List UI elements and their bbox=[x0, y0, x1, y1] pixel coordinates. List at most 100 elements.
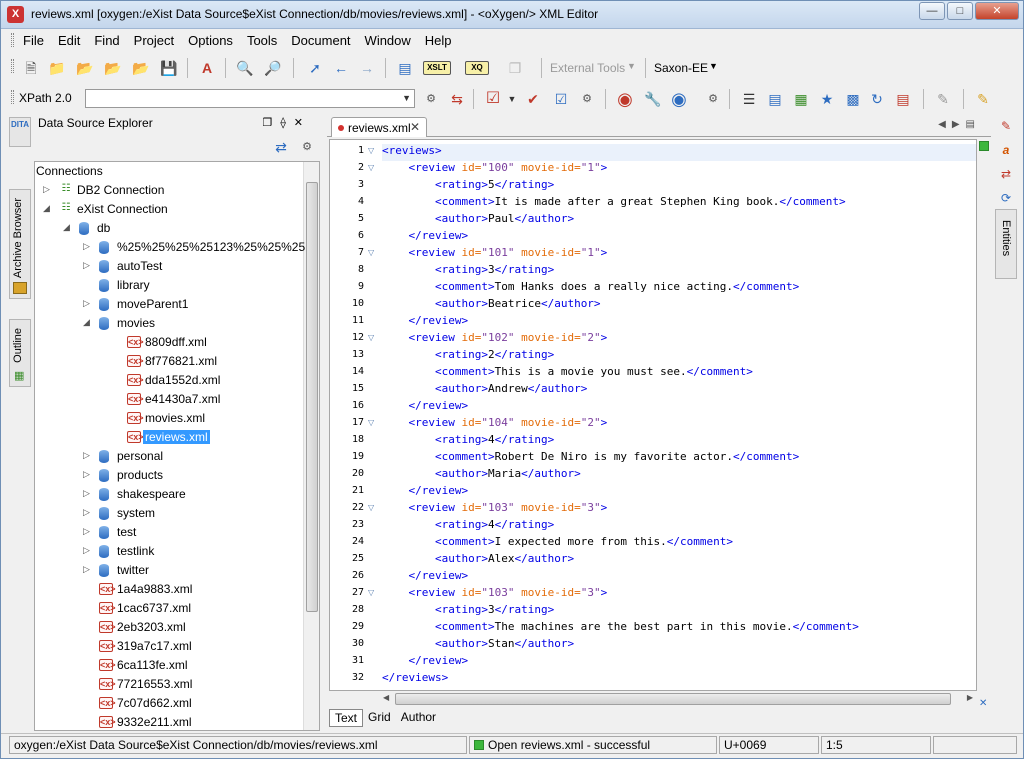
attributes-icon[interactable]: ✎ bbox=[997, 117, 1015, 135]
tree-node[interactable]: <x> 7c07d662.xml bbox=[35, 694, 305, 713]
code-line[interactable]: </review> bbox=[382, 569, 469, 586]
xslt-debugger-icon[interactable]: XSLT bbox=[423, 61, 451, 75]
tree-node[interactable]: <x> 319a7c17.xml bbox=[35, 637, 305, 656]
tab-outline[interactable]: Outline ▦ bbox=[9, 319, 31, 387]
tab-entities[interactable]: Entities bbox=[995, 209, 1017, 279]
tree-node[interactable]: ▷ testlink bbox=[35, 542, 305, 561]
prev-tab-icon[interactable]: ◀ bbox=[938, 119, 952, 130]
fold-toggle-icon[interactable]: ▽ bbox=[368, 163, 374, 172]
code-line[interactable]: </review> bbox=[382, 654, 469, 671]
code-line[interactable]: <author>Maria</author> bbox=[382, 467, 581, 484]
scroll-right-icon[interactable]: ▶ bbox=[967, 693, 973, 702]
format-indent-icon[interactable]: ☰ bbox=[739, 89, 759, 109]
code-line[interactable]: <author>Paul</author> bbox=[382, 212, 574, 229]
menu-find[interactable]: Find bbox=[94, 33, 119, 48]
validate-dropdown-icon[interactable]: ▼ bbox=[507, 89, 517, 109]
external-tools-label[interactable]: External Tools bbox=[550, 61, 625, 75]
collapsed-twisty-icon[interactable]: ▷ bbox=[83, 507, 93, 518]
back-arrow-icon[interactable]: ← bbox=[331, 58, 351, 78]
pin-view-icon[interactable]: ⟠ bbox=[280, 117, 293, 129]
code-line[interactable]: <review id="104" movie-id="2"> bbox=[382, 416, 608, 433]
tree-node[interactable]: ◢ ☷ eXist Connection bbox=[35, 200, 305, 219]
transformer-label[interactable]: Saxon-EE bbox=[654, 61, 708, 75]
open-project-icon[interactable]: 📂 bbox=[103, 58, 123, 78]
xpath-history-dropdown-icon[interactable]: ▼ bbox=[402, 93, 411, 103]
menu-edit[interactable]: Edit bbox=[58, 33, 80, 48]
tree-node[interactable]: <x> dda1552d.xml bbox=[35, 371, 305, 390]
next-tab-icon[interactable]: ▶ bbox=[952, 119, 966, 130]
tab-mode-grid[interactable]: Grid bbox=[363, 709, 396, 727]
tab-mode-text[interactable]: Text bbox=[329, 709, 364, 727]
code-line[interactable]: <review id="100" movie-id="1"> bbox=[382, 161, 608, 178]
tab-reviews-xml[interactable]: reviews.xml ✕ bbox=[331, 117, 427, 137]
transform-settings-icon[interactable]: ⚙ bbox=[703, 89, 723, 109]
code-line[interactable]: <rating>3</rating> bbox=[382, 603, 554, 620]
tree-node[interactable]: <x> reviews.xml bbox=[35, 428, 305, 447]
code-line[interactable]: </reviews> bbox=[382, 671, 448, 688]
fold-toggle-icon[interactable]: ▽ bbox=[368, 588, 374, 597]
debug-scenario-icon[interactable]: ◉ bbox=[669, 89, 689, 109]
new-file-icon[interactable]: 🗎 bbox=[21, 58, 41, 78]
model-icon[interactable]: ▩ bbox=[843, 89, 863, 109]
code-line[interactable]: <rating>2</rating> bbox=[382, 348, 554, 365]
tab-list-icon[interactable]: ▤ bbox=[966, 119, 981, 130]
close-tab-icon[interactable]: ✕ bbox=[410, 120, 420, 134]
code-line[interactable]: <comment>The machines are the best part … bbox=[382, 620, 859, 637]
fold-toggle-icon[interactable]: ▽ bbox=[368, 248, 374, 257]
fold-toggle-icon[interactable]: ▽ bbox=[368, 503, 374, 512]
collapsed-twisty-icon[interactable]: ▷ bbox=[83, 545, 93, 556]
tree-node[interactable]: ▷ shakespeare bbox=[35, 485, 305, 504]
tab-mode-author[interactable]: Author bbox=[396, 709, 441, 727]
tree-node[interactable]: library bbox=[35, 276, 305, 295]
tree-node[interactable]: ▷ ☷ DB2 Connection bbox=[35, 181, 305, 200]
apply-transformation-icon[interactable]: ◉ bbox=[615, 89, 635, 109]
transformer-dropdown-icon[interactable]: ▼ bbox=[709, 61, 718, 71]
elements-icon[interactable]: a bbox=[997, 141, 1015, 159]
code-line[interactable]: <rating>4</rating> bbox=[382, 433, 554, 450]
expanded-twisty-icon[interactable]: ◢ bbox=[83, 317, 93, 328]
external-tools-dropdown-icon[interactable]: ▼ bbox=[627, 61, 636, 71]
review-icon[interactable]: ✎ bbox=[933, 89, 953, 109]
tree-node[interactable]: <x> movies.xml bbox=[35, 409, 305, 428]
tree-view-icon[interactable]: ▦ bbox=[791, 89, 811, 109]
code-line[interactable]: <author>Andrew</author> bbox=[382, 382, 587, 399]
collapsed-twisty-icon[interactable]: ▷ bbox=[83, 526, 93, 537]
print-pdf-icon[interactable]: A bbox=[197, 58, 217, 78]
tree-node[interactable]: <x> 6ca113fe.xml bbox=[35, 656, 305, 675]
text-editor[interactable]: 1 ▽ 2 ▽ 3 4 5 6 7 ▽ 8 9 10 11 12 ▽ 13 14 15 16 17 ▽ 18 19 20 21 22… bbox=[329, 139, 977, 691]
tree-node[interactable]: ▷ autoTest bbox=[35, 257, 305, 276]
collapsed-twisty-icon[interactable]: ▷ bbox=[83, 564, 93, 575]
menu-project[interactable]: Project bbox=[134, 33, 174, 48]
validation-options-icon[interactable]: ✔ bbox=[523, 89, 543, 109]
code-line[interactable]: <rating>3</rating> bbox=[382, 263, 554, 280]
expanded-twisty-icon[interactable]: ◢ bbox=[43, 203, 53, 214]
forward-arrow-icon[interactable]: → bbox=[357, 58, 377, 78]
find-icon[interactable]: 🔍 bbox=[235, 58, 255, 78]
close-view-icon[interactable]: ✕ bbox=[294, 117, 311, 129]
tree-node[interactable]: ▷ products bbox=[35, 466, 305, 485]
compare-icon[interactable]: ❐ bbox=[505, 58, 525, 78]
model-view-icon[interactable]: ⇄ bbox=[997, 165, 1015, 183]
code-line[interactable]: <author>Beatrice</author> bbox=[382, 297, 601, 314]
expanded-twisty-icon[interactable]: ◢ bbox=[63, 222, 73, 233]
save-icon[interactable]: 💾 bbox=[159, 58, 179, 78]
find-in-files-icon[interactable]: 🔎 bbox=[263, 58, 283, 78]
fold-toggle-icon[interactable]: ▽ bbox=[368, 146, 374, 155]
code-line[interactable]: <rating>4</rating> bbox=[382, 518, 554, 535]
open-url-icon[interactable]: 📂 bbox=[75, 58, 95, 78]
tree-node[interactable]: ▷ personal bbox=[35, 447, 305, 466]
fold-toggle-icon[interactable]: ▽ bbox=[368, 418, 374, 427]
tree-node[interactable]: ◢ movies bbox=[35, 314, 305, 333]
xpath-input[interactable]: ▼ bbox=[85, 89, 415, 108]
menu-document[interactable]: Document bbox=[291, 33, 350, 48]
code-line[interactable]: <comment>I expected more from this.</com… bbox=[382, 535, 733, 552]
connections-tree[interactable]: Connections ▷ ☷ DB2 Connection ◢ ☷ eXist Conn… bbox=[34, 161, 320, 731]
xpath-version-select[interactable]: XPath 2.0 bbox=[19, 89, 81, 108]
validate-settings-icon[interactable]: ⚙ bbox=[577, 89, 597, 109]
collapsed-twisty-icon[interactable]: ▷ bbox=[83, 450, 93, 461]
code-line[interactable]: <review id="102" movie-id="2"> bbox=[382, 331, 608, 348]
code-line[interactable]: <rating>5</rating> bbox=[382, 178, 554, 195]
tree-node[interactable]: ▷ test bbox=[35, 523, 305, 542]
transformation-icon[interactable]: ⟳ bbox=[997, 189, 1015, 207]
tree-node[interactable]: <x> 8809dff.xml bbox=[35, 333, 305, 352]
